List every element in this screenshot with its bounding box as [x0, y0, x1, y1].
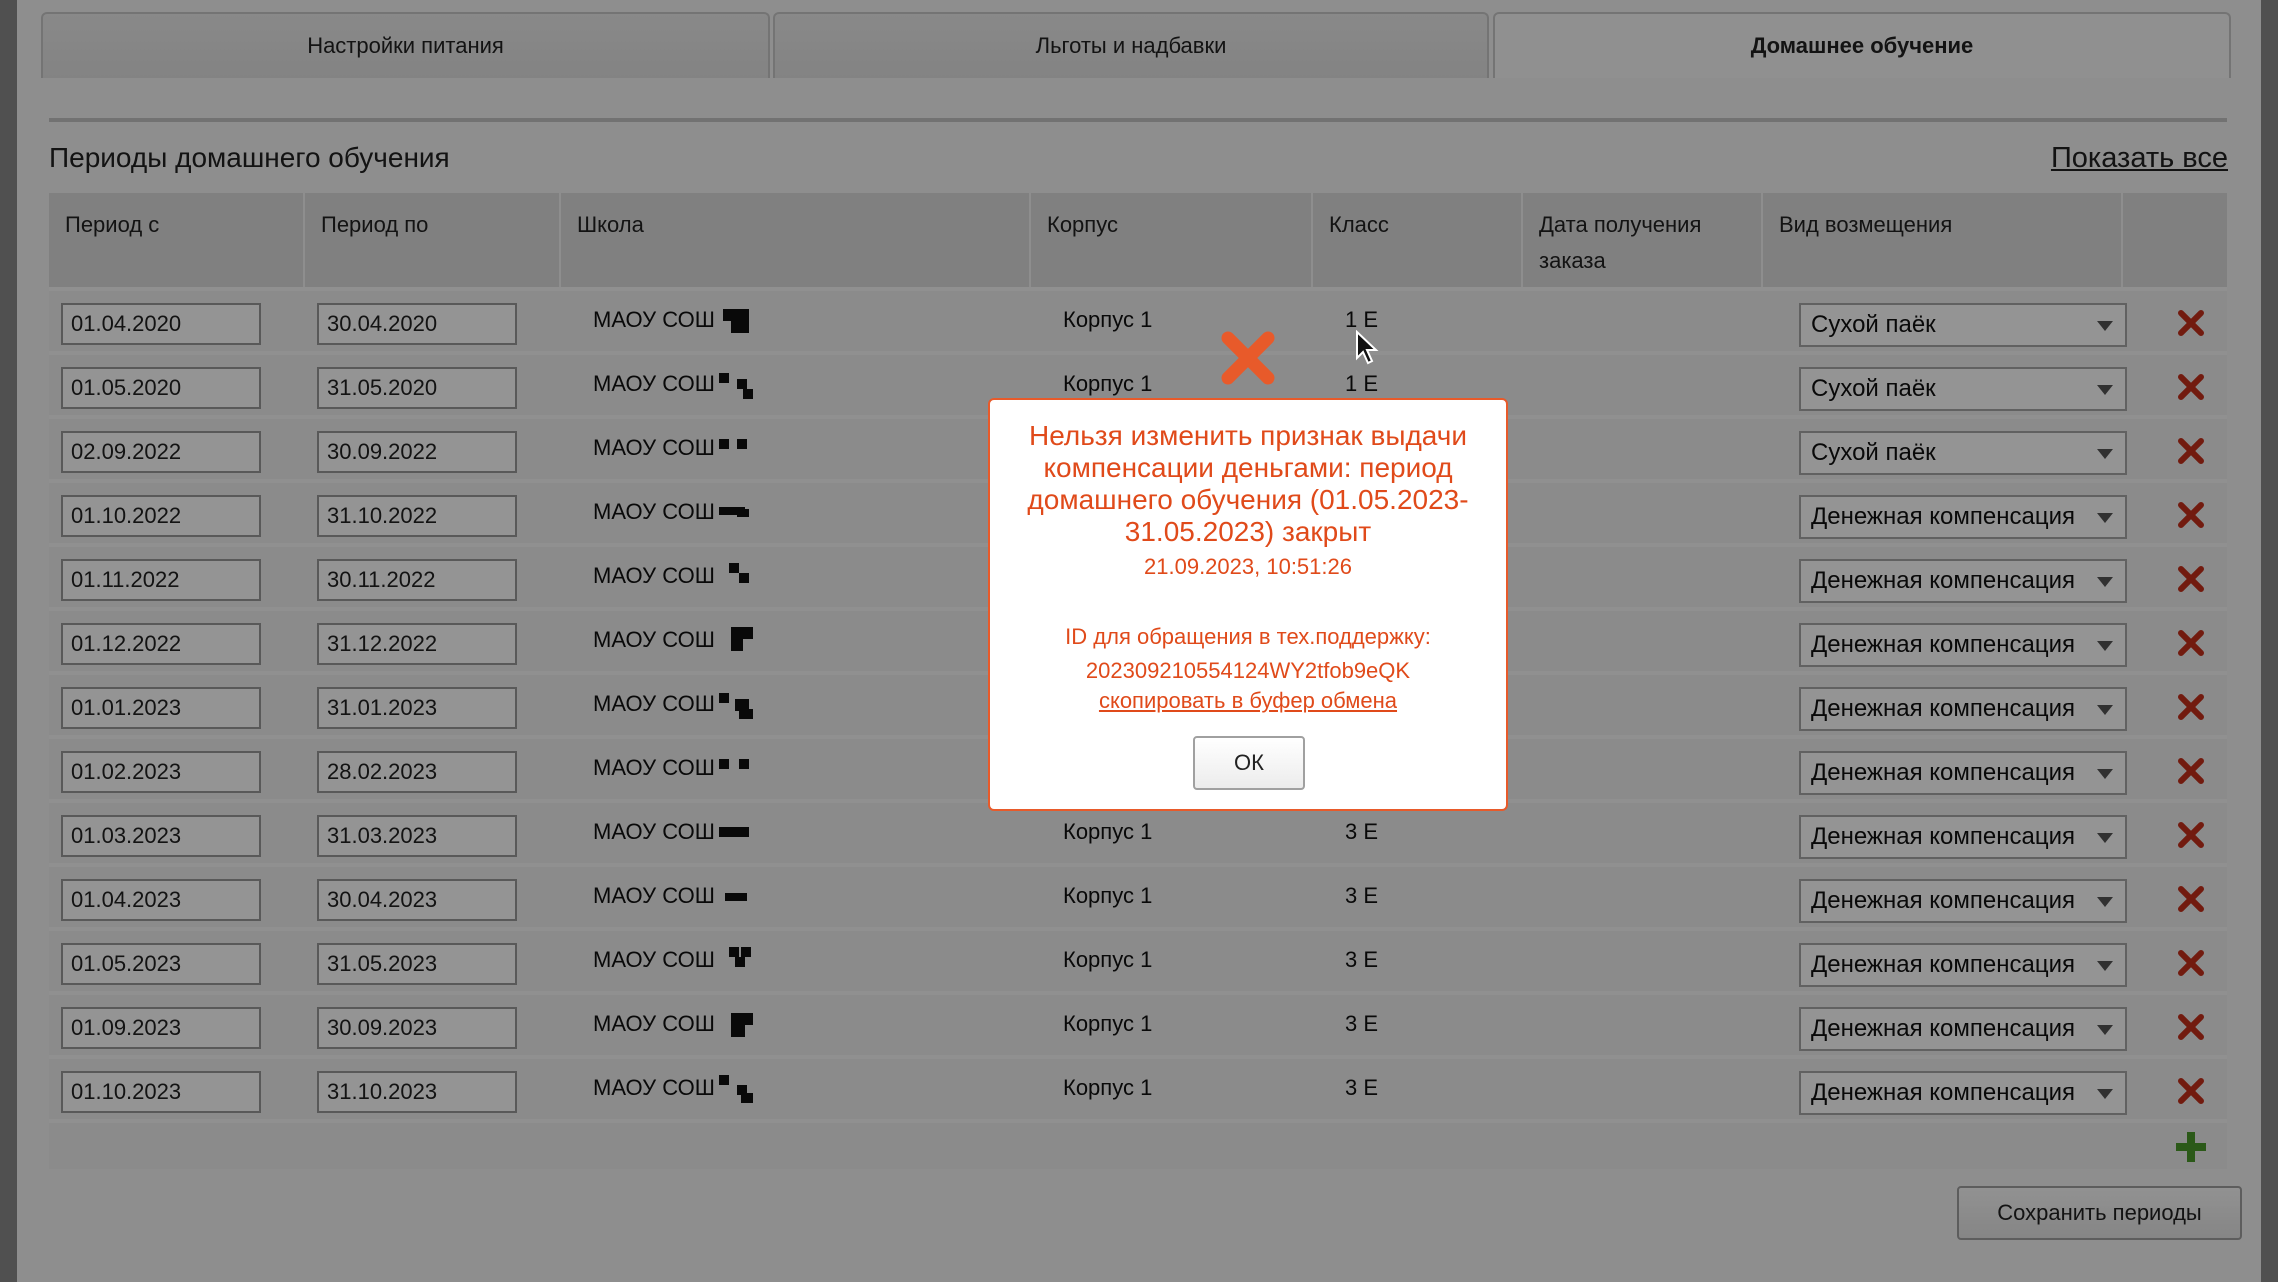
support-label: ID для обращения в тех.поддержку: — [1065, 624, 1431, 649]
support-info: ID для обращения в тех.поддержку: 202309… — [990, 620, 1506, 688]
support-id: 202309210554124WY2tfob9eQK — [1085, 658, 1411, 683]
error-icon — [1219, 329, 1277, 387]
error-timestamp: 21.09.2023, 10:51:26 — [1144, 554, 1352, 579]
error-dialog: Нельзя изменить признак выдачи компенсац… — [988, 398, 1508, 811]
mouse-cursor-icon — [1355, 329, 1379, 366]
ok-button[interactable]: ОК — [1193, 736, 1305, 790]
copy-to-clipboard-link[interactable]: скопировать в буфер обмена — [990, 688, 1506, 714]
error-message: Нельзя изменить признак выдачи компенсац… — [1027, 420, 1469, 547]
